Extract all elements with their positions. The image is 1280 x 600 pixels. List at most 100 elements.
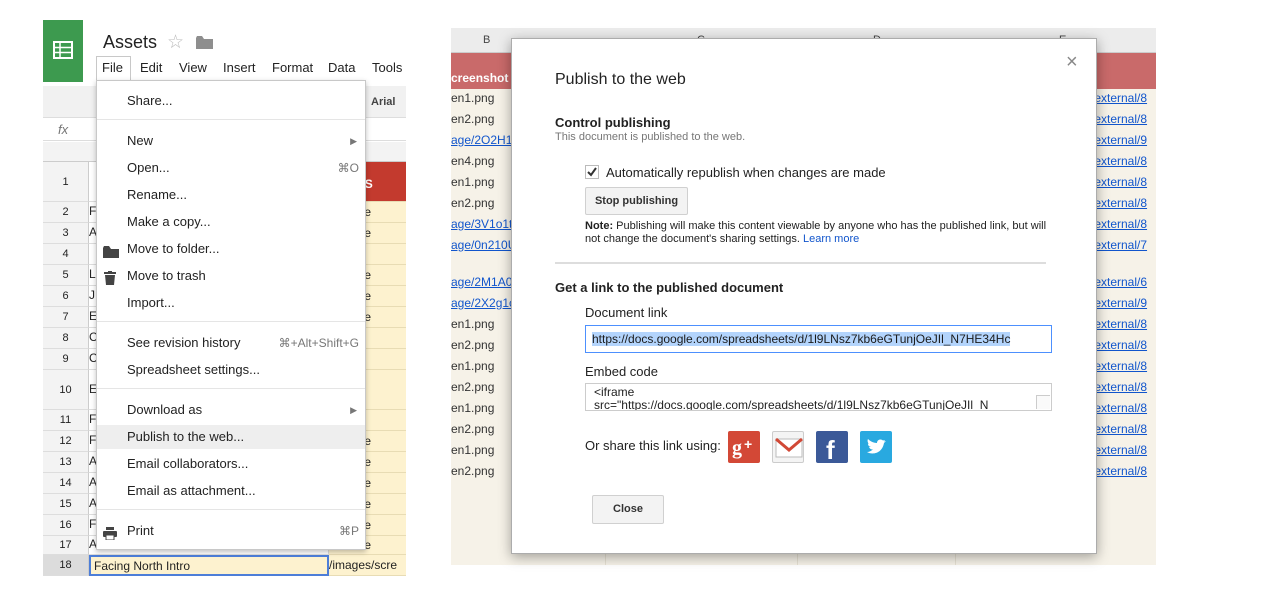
menu-tools[interactable]: Tools <box>372 60 402 75</box>
table-cell[interactable]: /external/8 <box>1091 317 1156 331</box>
row-number[interactable]: 11 <box>43 410 89 431</box>
table-cell[interactable]: en1.png <box>451 317 511 331</box>
table-cell[interactable]: age/0n210U <box>451 238 511 252</box>
table-cell[interactable]: en2.png <box>451 422 511 436</box>
table-cell[interactable]: en1.png <box>451 91 511 105</box>
table-cell[interactable]: /external/8 <box>1091 464 1156 478</box>
table-cell[interactable]: /external/9 <box>1091 296 1156 310</box>
table-cell[interactable]: Facing North Intro <box>89 555 329 576</box>
table-cell[interactable]: /external/8 <box>1091 196 1156 210</box>
learn-more-link[interactable]: Learn more <box>803 233 859 245</box>
document-title[interactable]: Assets <box>103 32 157 53</box>
table-cell[interactable]: /external/7 <box>1091 238 1156 252</box>
menu-edit[interactable]: Edit <box>140 60 162 75</box>
table-cell[interactable]: en1.png <box>451 359 511 373</box>
table-cell[interactable]: age/2X2g1c <box>451 296 511 310</box>
printer-icon <box>103 524 117 548</box>
header-cell[interactable]: creenshot <box>451 71 508 85</box>
menu-item-email-attachment[interactable]: Email as attachment... <box>97 479 365 503</box>
menu-item-spreadsheet-settings[interactable]: Spreadsheet settings... <box>97 358 365 382</box>
resize-handle-icon[interactable] <box>1036 395 1050 409</box>
close-icon[interactable]: × <box>1066 51 1078 74</box>
row-number[interactable]: 16 <box>43 515 89 536</box>
table-cell[interactable]: en2.png <box>451 196 511 210</box>
star-icon[interactable]: ☆ <box>167 31 184 54</box>
menu-item-email-collaborators[interactable]: Email collaborators... <box>97 452 365 476</box>
table-cell[interactable]: en4.png <box>451 154 511 168</box>
menu-item-make-copy[interactable]: Make a copy... <box>97 210 365 234</box>
table-cell[interactable]: age/2M1A0 <box>451 275 511 289</box>
table-cell[interactable]: age/2O2H1 <box>451 133 511 147</box>
row-number[interactable]: 12 <box>43 431 89 452</box>
row-number[interactable]: 2 <box>43 202 89 223</box>
menu-item-share[interactable]: Share... <box>97 89 365 113</box>
row-number[interactable]: 8 <box>43 328 89 349</box>
table-cell[interactable]: /external/8 <box>1091 112 1156 126</box>
gmail-share-icon[interactable] <box>772 431 804 463</box>
embed-code-field[interactable]: <iframe src="https://docs.google.com/spr… <box>585 383 1052 411</box>
row-number[interactable]: 13 <box>43 452 89 473</box>
folder-icon[interactable] <box>196 36 213 54</box>
menu-item-publish-to-web[interactable]: Publish to the web... <box>97 425 365 449</box>
menu-format[interactable]: Format <box>272 60 313 75</box>
menu-data[interactable]: Data <box>328 60 355 75</box>
row-number[interactable]: 4 <box>43 244 89 265</box>
table-cell[interactable]: /external/8 <box>1091 217 1156 231</box>
table-cell[interactable]: /images/scre <box>329 555 406 576</box>
menu-item-open[interactable]: Open... ⌘O <box>97 156 365 180</box>
table-cell[interactable]: /external/8 <box>1091 154 1156 168</box>
menu-item-rename[interactable]: Rename... <box>97 183 365 207</box>
menu-item-move-to-folder[interactable]: Move to folder... <box>97 237 365 261</box>
font-family-select[interactable]: Arial <box>371 96 395 108</box>
menu-item-revision-history[interactable]: See revision history ⌘+Alt+Shift+G <box>97 331 365 355</box>
column-header-b[interactable]: B <box>483 34 490 46</box>
google-plus-share-icon[interactable]: g + <box>728 431 760 463</box>
table-cell[interactable]: en2.png <box>451 464 511 478</box>
menu-file[interactable]: File <box>102 60 123 75</box>
table-cell[interactable]: /external/8 <box>1091 380 1156 394</box>
row-number[interactable]: 7 <box>43 307 89 328</box>
sheets-logo[interactable] <box>43 20 83 82</box>
row-number[interactable]: 6 <box>43 286 89 307</box>
publish-dialog: Publish to the web × Control publishing … <box>511 38 1097 554</box>
document-link-field[interactable]: https://docs.google.com/spreadsheets/d/1… <box>585 325 1052 353</box>
row-number[interactable]: 9 <box>43 349 89 370</box>
menu-view[interactable]: View <box>179 60 207 75</box>
row-number[interactable]: 1 <box>43 162 89 202</box>
table-cell[interactable]: en2.png <box>451 338 511 352</box>
auto-republish-label[interactable]: Automatically republish when changes are… <box>606 165 886 180</box>
menu-item-new[interactable]: New ▶ <box>97 129 365 153</box>
table-cell[interactable]: en1.png <box>451 401 511 415</box>
table-cell[interactable]: en1.png <box>451 443 511 457</box>
row-number[interactable]: 5 <box>43 265 89 286</box>
table-cell[interactable]: /external/8 <box>1091 401 1156 415</box>
row-number[interactable]: 18 <box>43 555 89 576</box>
table-cell[interactable]: en2.png <box>451 112 511 126</box>
close-button[interactable]: Close <box>592 495 664 524</box>
menu-item-import[interactable]: Import... <box>97 291 365 315</box>
row-number[interactable]: 14 <box>43 473 89 494</box>
table-cell[interactable]: /external/8 <box>1091 91 1156 105</box>
table-cell[interactable]: /external/8 <box>1091 443 1156 457</box>
twitter-share-icon[interactable] <box>860 431 892 463</box>
table-cell[interactable]: /external/8 <box>1091 359 1156 373</box>
facebook-share-icon[interactable]: f <box>816 431 848 463</box>
table-cell[interactable]: /external/6 <box>1091 275 1156 289</box>
table-cell[interactable]: /external/9 <box>1091 133 1156 147</box>
row-number[interactable]: 15 <box>43 494 89 515</box>
menu-item-print[interactable]: Print ⌘P <box>97 519 365 543</box>
table-cell[interactable]: /external/8 <box>1091 422 1156 436</box>
table-cell[interactable]: /external/8 <box>1091 175 1156 189</box>
menu-insert[interactable]: Insert <box>223 60 256 75</box>
table-cell[interactable]: en1.png <box>451 175 511 189</box>
table-cell[interactable]: age/3V1o1t <box>451 217 511 231</box>
row-number[interactable]: 3 <box>43 223 89 244</box>
table-cell[interactable]: /external/8 <box>1091 338 1156 352</box>
menu-item-download-as[interactable]: Download as ▶ <box>97 398 365 422</box>
table-cell[interactable]: en2.png <box>451 380 511 394</box>
auto-republish-checkbox[interactable] <box>585 165 599 179</box>
row-number[interactable]: 10 <box>43 370 89 410</box>
row-number[interactable]: 17 <box>43 536 89 555</box>
menu-item-move-to-trash[interactable]: Move to trash <box>97 264 365 288</box>
stop-publishing-button[interactable]: Stop publishing <box>585 187 688 215</box>
